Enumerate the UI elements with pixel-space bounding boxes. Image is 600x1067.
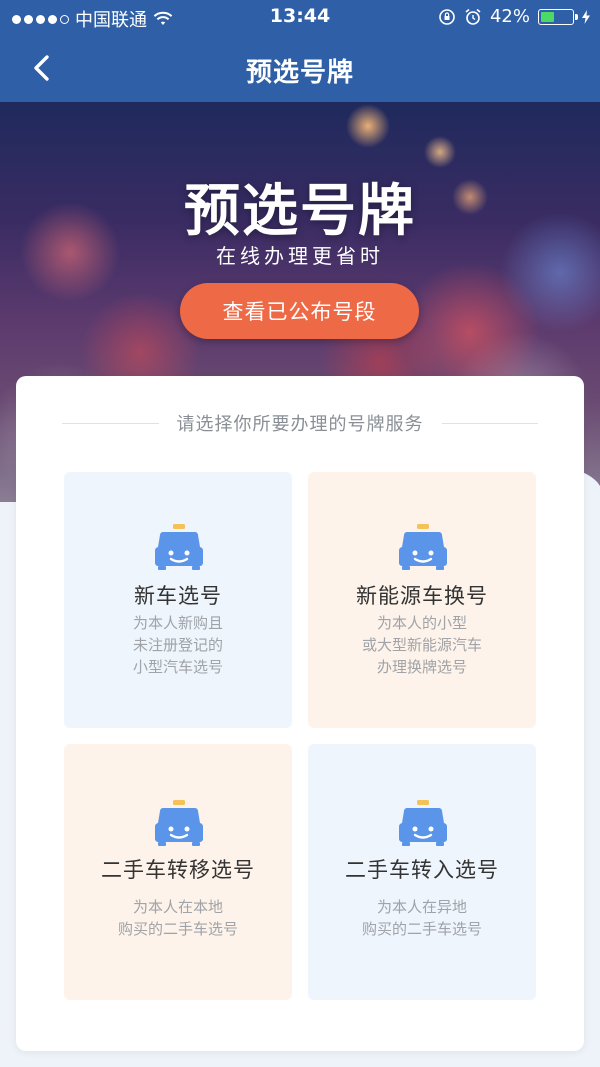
page-title: 预选号牌 xyxy=(245,58,354,88)
taxi-icon xyxy=(399,524,447,570)
rotation-lock-icon xyxy=(439,8,455,25)
taxi-icon xyxy=(155,800,203,846)
service-tile-used-car-transfer-in[interactable]: 二手车转入选号 为本人在异地 购买的二手车选号 xyxy=(308,744,536,1000)
tile-title: 新车选号 xyxy=(134,584,222,608)
status-right: 42% xyxy=(438,6,590,27)
card-header-text: 请选择你所要办理的号牌服务 xyxy=(176,414,424,435)
service-tile-new-car[interactable]: 新车选号 为本人新购且 未注册登记的 小型汽车选号 xyxy=(64,472,292,728)
tile-description-line: 为本人在异地 xyxy=(376,898,467,916)
battery-icon xyxy=(538,8,578,25)
nav-bar: 预选号牌 xyxy=(0,34,600,102)
tile-description-line: 未注册登记的 xyxy=(132,636,223,654)
tile-description-line: 购买的二手车选号 xyxy=(117,920,238,938)
tile-title: 二手车转入选号 xyxy=(345,858,499,882)
top-bar: 中国联通 13:44 42% 预选号牌 xyxy=(0,0,600,102)
taxi-icon xyxy=(155,524,203,570)
tile-description: 为本人的小型 或大型新能源汽车 办理换牌选号 xyxy=(308,612,536,678)
service-card: 请选择你所要办理的号牌服务 新车选号 为本人新购且 未注册登记的 小型汽车选号 xyxy=(16,376,584,1051)
alarm-icon xyxy=(465,8,481,25)
tile-description-line: 为本人新购且 xyxy=(132,614,223,632)
tile-description: 为本人新购且 未注册登记的 小型汽车选号 xyxy=(64,612,292,678)
divider xyxy=(441,422,538,424)
tile-title: 二手车转移选号 xyxy=(101,858,255,882)
hero-subtitle: 在线办理更省时 xyxy=(216,244,384,268)
card-header: 请选择你所要办理的号牌服务 xyxy=(62,410,538,436)
status-bar: 中国联通 13:44 42% xyxy=(0,0,600,34)
battery-level xyxy=(541,11,554,22)
tile-description-line: 为本人的小型 xyxy=(376,614,467,632)
screen: 中国联通 13:44 42% 预选号牌 预选号牌 在线办理更省时 查看已公布号段… xyxy=(0,0,600,1067)
tile-description-line: 小型汽车选号 xyxy=(132,658,223,676)
tile-description: 为本人在本地 购买的二手车选号 xyxy=(64,896,292,940)
taxi-icon xyxy=(399,800,447,846)
tile-description: 为本人在异地 购买的二手车选号 xyxy=(308,896,536,940)
tile-title: 新能源车换号 xyxy=(356,584,488,608)
divider xyxy=(62,422,159,424)
view-published-numbers-button[interactable]: 查看已公布号段 xyxy=(180,283,419,339)
tile-description-line: 为本人在本地 xyxy=(132,898,223,916)
battery-percent: 42% xyxy=(489,6,530,27)
tile-description-line: 办理换牌选号 xyxy=(376,658,467,676)
hero-title: 预选号牌 xyxy=(184,179,416,244)
service-tile-new-energy-change[interactable]: 新能源车换号 为本人的小型 或大型新能源汽车 办理换牌选号 xyxy=(308,472,536,728)
service-tile-used-car-transfer[interactable]: 二手车转移选号 为本人在本地 购买的二手车选号 xyxy=(64,744,292,1000)
charging-icon xyxy=(582,9,590,24)
tile-description-line: 或大型新能源汽车 xyxy=(361,636,482,654)
tile-description-line: 购买的二手车选号 xyxy=(361,920,482,938)
